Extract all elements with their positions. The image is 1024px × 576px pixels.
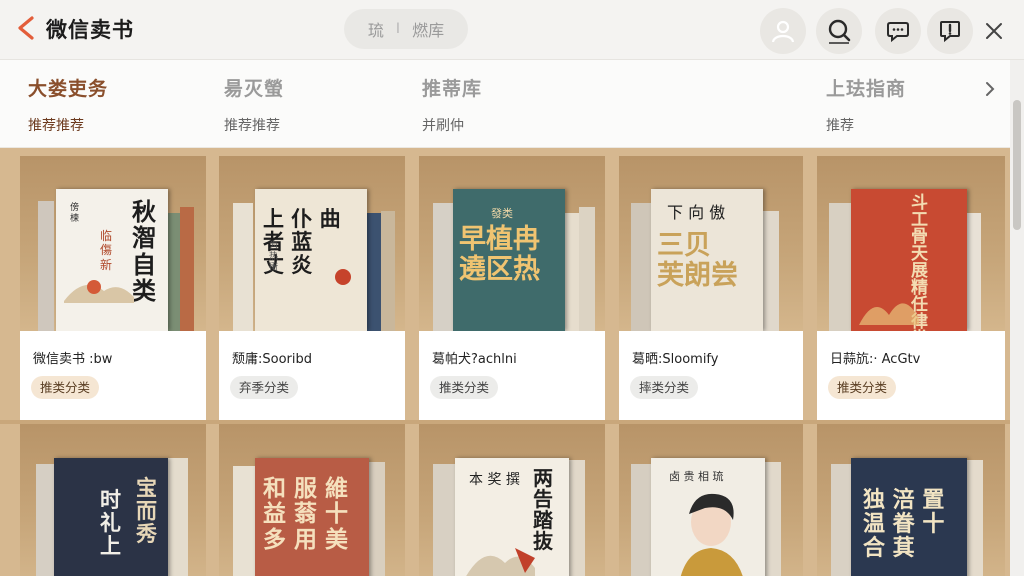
book-cover: 独 涪 置 温 眷 十 合 萁 bbox=[851, 458, 967, 576]
back-button[interactable] bbox=[14, 12, 42, 46]
book-info-1[interactable]: 微信卖书 :bw 推类分类 bbox=[20, 331, 206, 420]
book-card-2[interactable]: 上 仆 曲 者 蓝 丈 炎 为 热 衝 bbox=[219, 156, 405, 331]
user-button[interactable] bbox=[760, 8, 806, 54]
user-icon bbox=[771, 20, 795, 43]
chevron-right-icon bbox=[986, 82, 995, 96]
book-card-9[interactable]: 卤 贵 相 琉 bbox=[619, 424, 803, 576]
book-cover: 和 服 維 益 蓊 十 多 用 美 bbox=[255, 458, 369, 576]
category-tab-4[interactable]: 上珐指商 推荐 bbox=[826, 74, 906, 135]
category-subtitle: 并刷仲 bbox=[422, 118, 464, 134]
category-badge[interactable]: 弃季分类 bbox=[230, 376, 299, 399]
book-cover: 时 礼 上 宝 而 秀 bbox=[54, 458, 168, 576]
category-badge[interactable]: 推类分类 bbox=[31, 376, 100, 399]
message-button[interactable] bbox=[875, 8, 921, 54]
book-card-7[interactable]: 和 服 維 益 蓊 十 多 用 美 bbox=[219, 424, 405, 576]
book-card-6[interactable]: 时 礼 上 宝 而 秀 bbox=[20, 424, 206, 576]
category-subtitle: 推荐 bbox=[826, 118, 854, 134]
book-card-1[interactable]: 秋 潪 自 类 临 傷 新 傍 楝 bbox=[20, 156, 206, 331]
book-title: 葛帕犬?achlni bbox=[432, 352, 517, 367]
scrollbar-thumb[interactable] bbox=[1013, 100, 1021, 230]
top-bar: 微信卖书 琉 I 燃库 bbox=[0, 0, 1024, 60]
book-cover: 卤 贵 相 琉 bbox=[651, 458, 765, 576]
book-card-5[interactable]: 斗 工 骨 天 展 精 任 律 类 bbox=[817, 156, 1005, 331]
category-tab-3[interactable]: 推蒂库 并刷仲 bbox=[422, 74, 482, 135]
category-title: 上珐指商 bbox=[826, 78, 907, 100]
close-icon bbox=[986, 23, 1002, 39]
book-info-2[interactable]: 颓庸:Sooribd 弃季分类 bbox=[219, 331, 405, 420]
book-title: 颓庸:Sooribd bbox=[232, 352, 312, 367]
category-strip: 大娄吏务 推荐推荐 昜灭螢 推荐推荐 推蒂库 并刷仲 上珐指商 推荐 bbox=[0, 60, 1010, 148]
book-card-8[interactable]: 本 奖 撰 两 告 踏 抜 bbox=[419, 424, 605, 576]
search-left-text: 琉 bbox=[367, 21, 384, 40]
category-tab-2[interactable]: 昜灭螢 推荐推荐 bbox=[224, 74, 284, 135]
book-cover: 斗 工 骨 天 展 精 任 律 类 bbox=[851, 189, 967, 331]
category-title: 昜灭螢 bbox=[224, 78, 285, 100]
book-card-10[interactable]: 独 涪 置 温 眷 十 合 萁 bbox=[817, 424, 1005, 576]
report-icon bbox=[940, 21, 960, 43]
category-badge[interactable]: 推类分类 bbox=[828, 376, 897, 399]
search-button[interactable] bbox=[816, 8, 862, 54]
book-card-3[interactable]: 發类 早植冉 遶区热 bbox=[419, 156, 605, 331]
search-right-text: 燃库 bbox=[412, 21, 445, 40]
search-icon bbox=[828, 19, 851, 44]
app-title: 微信卖书 bbox=[46, 18, 134, 42]
book-info-3[interactable]: 葛帕犬?achlni 推类分类 bbox=[419, 331, 605, 420]
close-button[interactable] bbox=[980, 17, 1008, 45]
category-title: 大娄吏务 bbox=[28, 78, 109, 100]
report-button[interactable] bbox=[927, 8, 973, 54]
category-title: 推蒂库 bbox=[422, 78, 483, 100]
book-card-4[interactable]: 下 向 傲 三贝 芙朗尝 bbox=[619, 156, 803, 331]
category-subtitle: 推荐推荐 bbox=[224, 118, 280, 134]
book-info-4[interactable]: 葛晒:Sloomify 摔类分类 bbox=[619, 331, 803, 420]
book-cover: 下 向 傲 三贝 芙朗尝 bbox=[651, 189, 763, 331]
book-cover: 發类 早植冉 遶区热 bbox=[453, 189, 565, 331]
category-tab-1[interactable]: 大娄吏务 推荐推荐 bbox=[28, 74, 108, 135]
category-subtitle: 推荐推荐 bbox=[28, 118, 84, 134]
message-icon bbox=[887, 22, 909, 43]
book-title: 葛晒:Sloomify bbox=[632, 352, 719, 367]
category-badge[interactable]: 推类分类 bbox=[430, 376, 499, 399]
book-cover: 秋 潪 自 类 临 傷 新 傍 楝 bbox=[56, 189, 168, 331]
book-title: 日蒜斻:· AcGtv bbox=[830, 352, 921, 367]
search-box[interactable]: 琉 I 燃库 bbox=[344, 9, 468, 49]
category-badge[interactable]: 摔类分类 bbox=[630, 376, 699, 399]
scrollbar[interactable] bbox=[1010, 60, 1024, 576]
back-arrow-icon bbox=[18, 16, 34, 40]
book-info-5[interactable]: 日蒜斻:· AcGtv 推类分类 bbox=[817, 331, 1005, 420]
search-separator: I bbox=[395, 21, 401, 37]
bookshelf: 秋 潪 自 类 临 傷 新 傍 楝 上 仆 曲 者 蓝 丈 炎 为 热 衝 發类… bbox=[0, 148, 1010, 576]
category-next-button[interactable] bbox=[980, 78, 1000, 100]
book-cover: 本 奖 撰 两 告 踏 抜 bbox=[455, 458, 569, 576]
book-cover: 上 仆 曲 者 蓝 丈 炎 为 热 衝 bbox=[255, 189, 367, 331]
book-title: 微信卖书 :bw bbox=[33, 352, 113, 367]
